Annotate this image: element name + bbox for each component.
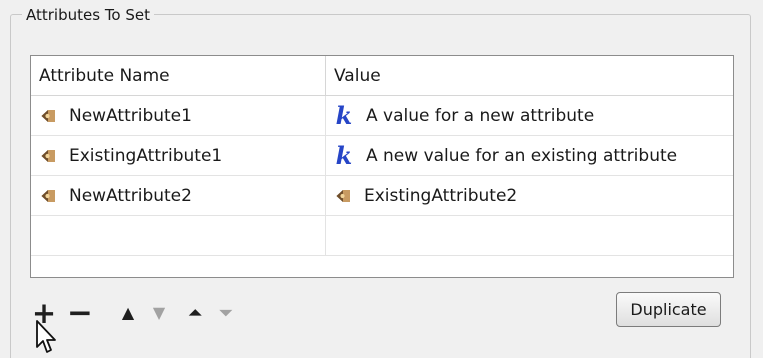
attribute-name-text: NewAttribute2 xyxy=(69,185,192,206)
group-title: Attributes To Set xyxy=(22,6,155,24)
value-column-header[interactable]: Value xyxy=(326,56,733,95)
value-text: A value for a new attribute xyxy=(366,105,595,126)
table-header: Attribute Name Value xyxy=(31,56,733,96)
value-cell[interactable]: ExistingAttribute2 xyxy=(326,176,733,215)
move-bottom-icon: ⏷ xyxy=(219,303,233,322)
value-text: ExistingAttribute2 xyxy=(364,185,518,206)
attribute-name-column-header[interactable]: Attribute Name xyxy=(31,56,326,95)
value-text: A new value for an existing attribute xyxy=(366,145,678,166)
table-toolbar: + − ▲ ▼ ⏶ ⏷ Duplicate xyxy=(30,292,734,334)
move-to-bottom-button[interactable]: ⏷ xyxy=(214,292,238,334)
value-cell[interactable]: k A value for a new attribute xyxy=(326,96,733,135)
table-row[interactable] xyxy=(31,216,733,256)
attributes-table[interactable]: Attribute Name Value NewAttribute1 k A v… xyxy=(30,55,734,278)
attribute-name-cell[interactable] xyxy=(31,216,326,255)
constant-k-icon: k xyxy=(335,100,353,130)
table-row[interactable]: ExistingAttribute1 k A new value for an … xyxy=(31,136,733,176)
attribute-icon xyxy=(334,186,354,206)
add-row-button[interactable]: + xyxy=(32,292,56,334)
table-row[interactable]: NewAttribute1 k A value for a new attrib… xyxy=(31,96,733,136)
attribute-icon xyxy=(39,146,59,166)
constant-k-icon: k xyxy=(335,140,353,170)
duplicate-button[interactable]: Duplicate xyxy=(616,292,721,327)
arrow-up-icon: ▲ xyxy=(121,303,135,322)
plus-icon: + xyxy=(31,295,57,330)
attribute-name-cell[interactable]: ExistingAttribute1 xyxy=(31,136,326,175)
value-cell[interactable]: k A new value for an existing attribute xyxy=(326,136,733,175)
move-top-icon: ⏶ xyxy=(188,303,202,322)
attribute-icon xyxy=(39,106,59,126)
attribute-name-cell[interactable]: NewAttribute1 xyxy=(31,96,326,135)
attribute-icon xyxy=(39,186,59,206)
remove-row-button[interactable]: − xyxy=(67,292,93,334)
move-up-button[interactable]: ▲ xyxy=(116,292,140,334)
attribute-name-text: NewAttribute1 xyxy=(69,105,192,126)
arrow-down-icon: ▼ xyxy=(152,303,166,322)
move-to-top-button[interactable]: ⏶ xyxy=(183,292,207,334)
value-cell[interactable] xyxy=(326,216,733,255)
table-row[interactable]: NewAttribute2 ExistingAttribute2 xyxy=(31,176,733,216)
move-down-button[interactable]: ▼ xyxy=(147,292,171,334)
attribute-name-text: ExistingAttribute1 xyxy=(69,145,223,166)
minus-icon: − xyxy=(67,294,93,331)
attribute-name-cell[interactable]: NewAttribute2 xyxy=(31,176,326,215)
